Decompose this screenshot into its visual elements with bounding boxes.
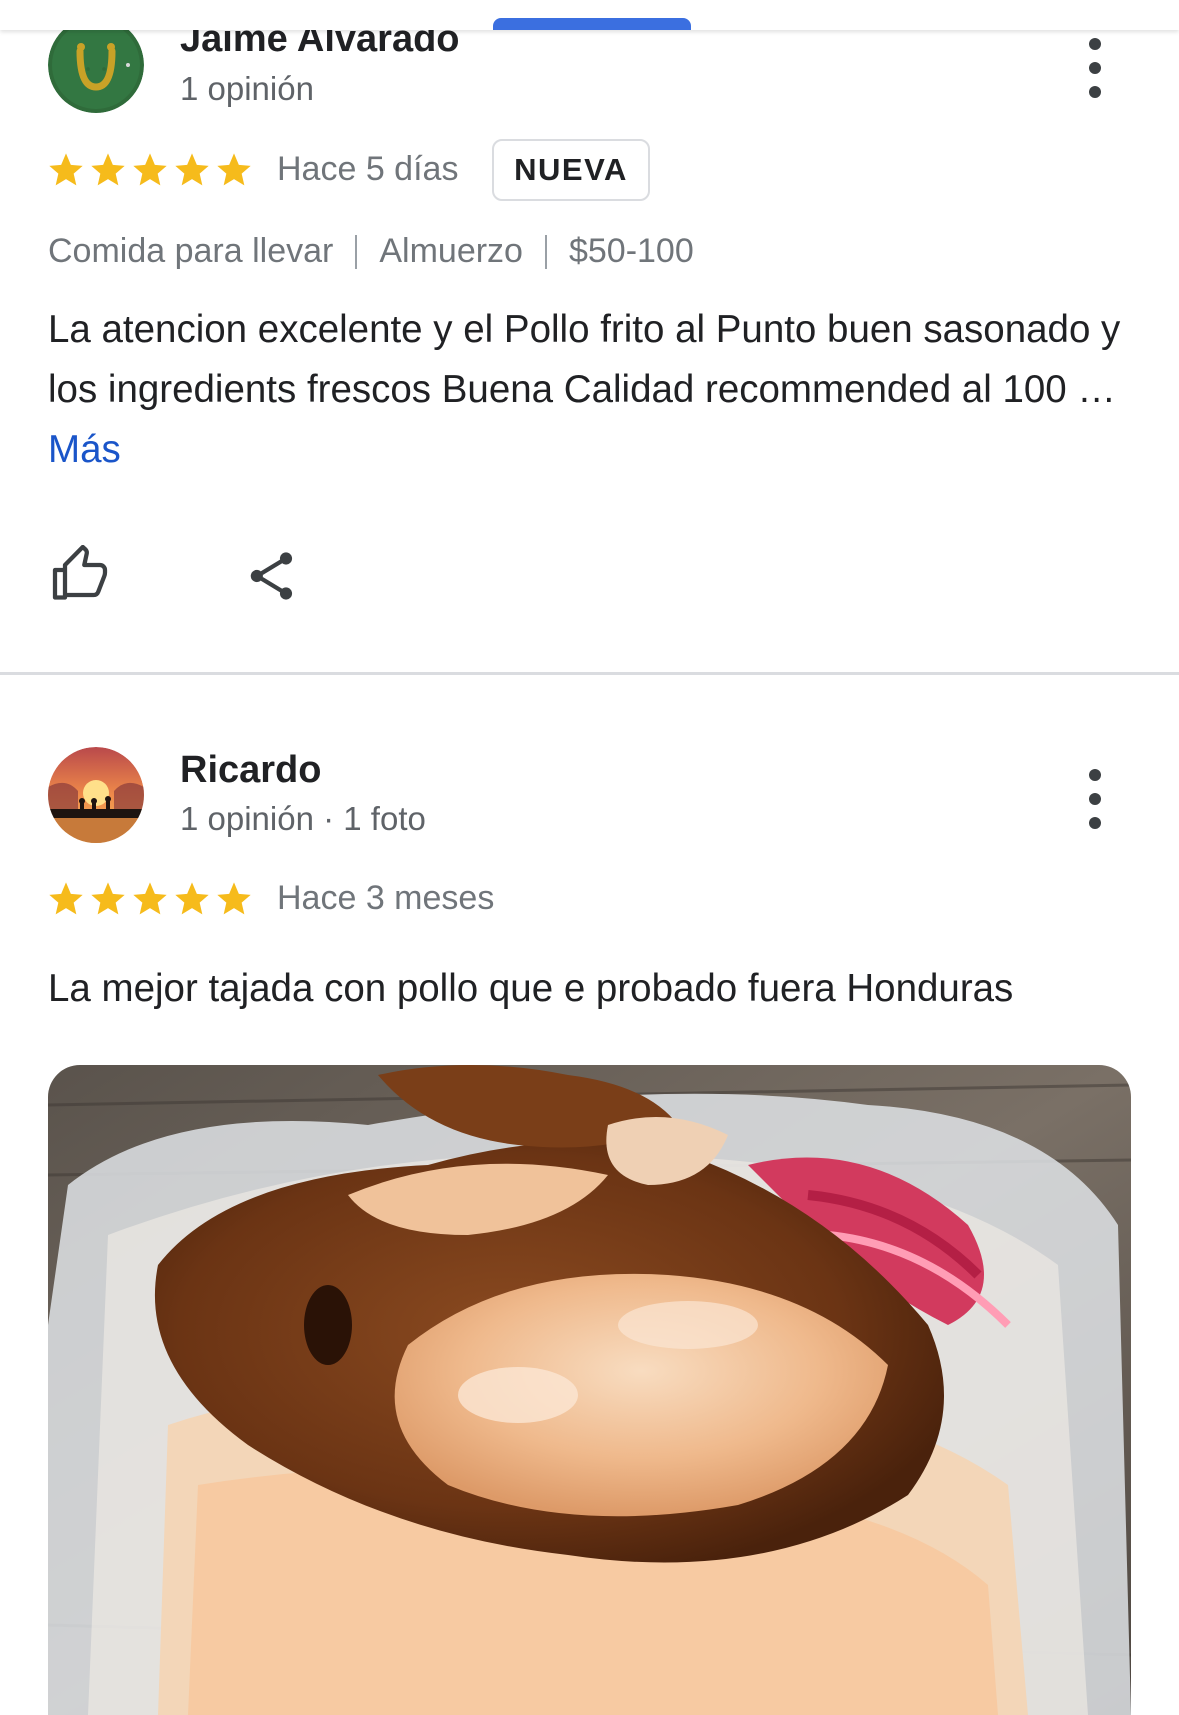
more-vert-icon-dot [1089, 817, 1101, 829]
avatar[interactable] [48, 17, 144, 113]
more-options-button[interactable] [1078, 38, 1112, 98]
star-icon [91, 882, 125, 915]
star-icon [133, 153, 167, 186]
avatar[interactable] [48, 747, 144, 843]
author-review-count: 1 opinión · 1 foto [180, 800, 426, 837]
active-tab-indicator [493, 18, 691, 30]
top-bar [0, 0, 1179, 30]
star-icon [91, 153, 125, 186]
meta-separator [544, 234, 547, 269]
star-icon [175, 153, 209, 186]
sunset-silhouette-icon [48, 747, 144, 843]
more-link[interactable]: Más [48, 428, 121, 471]
food-photo-illustration [48, 1065, 1131, 1715]
author-name[interactable]: Ricardo [180, 749, 321, 792]
review-text: La mejor tajada con pollo que e probado … [48, 967, 1014, 1010]
thumb-up-icon[interactable] [50, 545, 110, 605]
review-text-content: La atencion excelente y el Pollo frito a… [48, 308, 1121, 411]
share-icon[interactable] [244, 548, 300, 604]
review-meta: Comida para llevar Almuerzo $50-100 [48, 232, 694, 271]
more-vert-icon-dot [1089, 793, 1101, 805]
more-vert-icon-dot [1089, 769, 1101, 781]
review-text: La atencion excelente y el Pollo frito a… [48, 300, 1128, 480]
horseshoe-icon [48, 17, 144, 113]
author-review-count: 1 opinión [180, 70, 314, 107]
more-vert-icon-dot [1089, 62, 1101, 74]
star-icon [175, 882, 209, 915]
meta-meal: Almuerzo [379, 232, 523, 270]
more-vert-icon-dot [1089, 38, 1101, 50]
meta-separator [355, 234, 358, 269]
more-vert-icon-dot [1089, 86, 1101, 98]
review-time: Hace 5 días [277, 150, 459, 188]
meta-price: $50-100 [568, 232, 694, 270]
star-icon [217, 153, 251, 186]
star-icon [49, 153, 83, 186]
meta-service: Comida para llevar [48, 232, 334, 270]
star-icon [49, 882, 83, 915]
review-photo[interactable] [48, 1065, 1131, 1715]
star-icon [217, 882, 251, 915]
star-rating [46, 879, 254, 919]
review-time: Hace 3 meses [277, 879, 495, 917]
star-rating [46, 150, 254, 190]
more-options-button[interactable] [1078, 769, 1112, 829]
review-card: Jaime Alvarado 1 opinión Hace 5 días NUE… [0, 0, 1179, 672]
star-icon [133, 882, 167, 915]
new-badge: NUEVA [492, 139, 650, 201]
